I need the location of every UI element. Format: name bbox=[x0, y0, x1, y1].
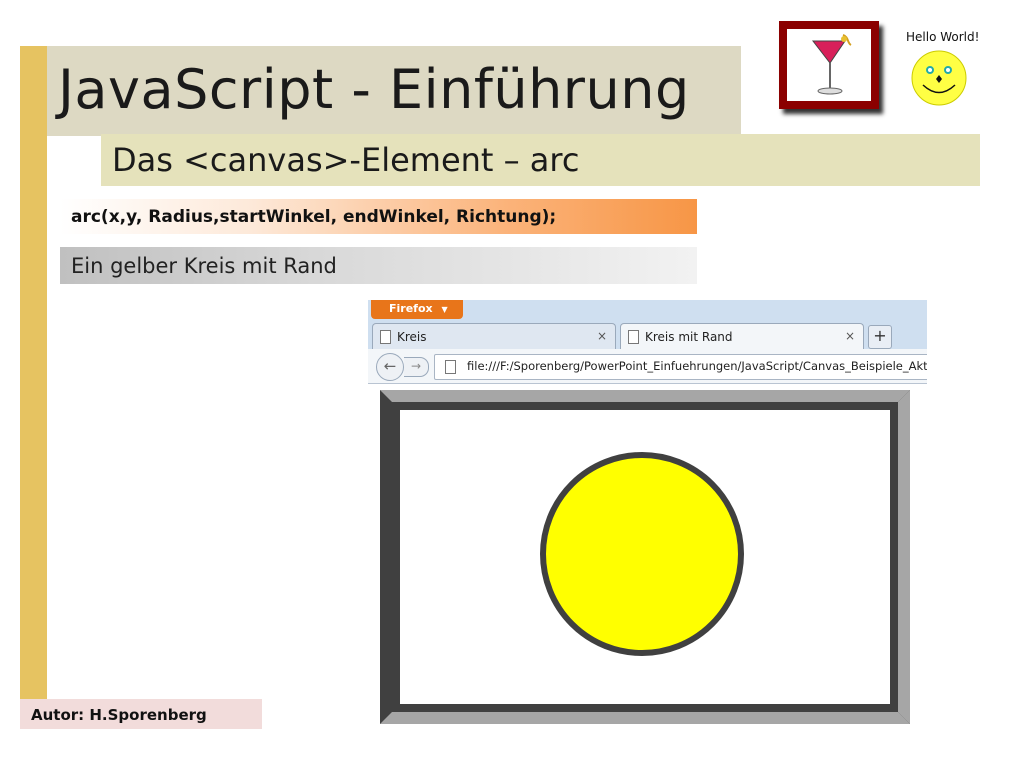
description-text: Ein gelber Kreis mit Rand bbox=[71, 254, 337, 278]
canvas-frame-bevel bbox=[380, 712, 910, 724]
close-icon[interactable]: × bbox=[597, 329, 607, 343]
tab-kreis-mit-rand[interactable]: Kreis mit Rand × bbox=[620, 323, 864, 349]
firefox-menu-label: Firefox bbox=[389, 302, 433, 315]
canvas-frame-bevel bbox=[898, 390, 910, 724]
page-icon bbox=[445, 360, 456, 374]
hello-world-panel: Hello World! bbox=[893, 22, 993, 118]
smiley-face-icon bbox=[911, 50, 967, 106]
tab-label: Kreis bbox=[397, 330, 427, 344]
navigation-bar: ← → file:///F:/Sporenberg/PowerPoint_Ein… bbox=[368, 349, 927, 384]
cocktail-picture bbox=[779, 21, 879, 109]
close-icon[interactable]: × bbox=[845, 329, 855, 343]
author-label: Autor: H.Sporenberg bbox=[31, 706, 207, 724]
chevron-down-icon: ▼ bbox=[441, 305, 448, 314]
tab-kreis[interactable]: Kreis × bbox=[372, 323, 616, 349]
page-title: JavaScript - Einführung bbox=[58, 58, 690, 121]
arrow-left-icon: ← bbox=[383, 357, 397, 375]
page-content bbox=[368, 384, 927, 732]
cocktail-glass-icon bbox=[811, 34, 852, 95]
tab-label: Kreis mit Rand bbox=[645, 330, 733, 344]
firefox-menu-button[interactable]: Firefox ▼ bbox=[371, 300, 463, 319]
arrow-right-icon: → bbox=[410, 359, 422, 373]
code-signature: arc(x,y, Radius,startWinkel, endWinkel, … bbox=[71, 207, 557, 227]
page-subtitle: Das <canvas>-Element – arc bbox=[112, 141, 580, 179]
back-button[interactable]: ← bbox=[376, 353, 404, 381]
tab-bar: Kreis × Kreis mit Rand × + bbox=[368, 321, 927, 349]
browser-window: Firefox ▼ Kreis × Kreis mit Rand × + ← →… bbox=[368, 300, 927, 732]
document-icon bbox=[380, 330, 391, 344]
canvas-frame-bevel bbox=[380, 390, 910, 402]
document-icon bbox=[628, 330, 639, 344]
new-tab-button[interactable]: + bbox=[868, 325, 892, 349]
url-field[interactable]: file:///F:/Sporenberg/PowerPoint_Einfueh… bbox=[434, 354, 927, 380]
yellow-circle bbox=[540, 452, 744, 656]
url-text: file:///F:/Sporenberg/PowerPoint_Einfueh… bbox=[467, 359, 927, 373]
accent-bar bbox=[20, 46, 47, 700]
canvas-drawing bbox=[380, 390, 910, 724]
forward-button[interactable]: → bbox=[404, 357, 429, 377]
